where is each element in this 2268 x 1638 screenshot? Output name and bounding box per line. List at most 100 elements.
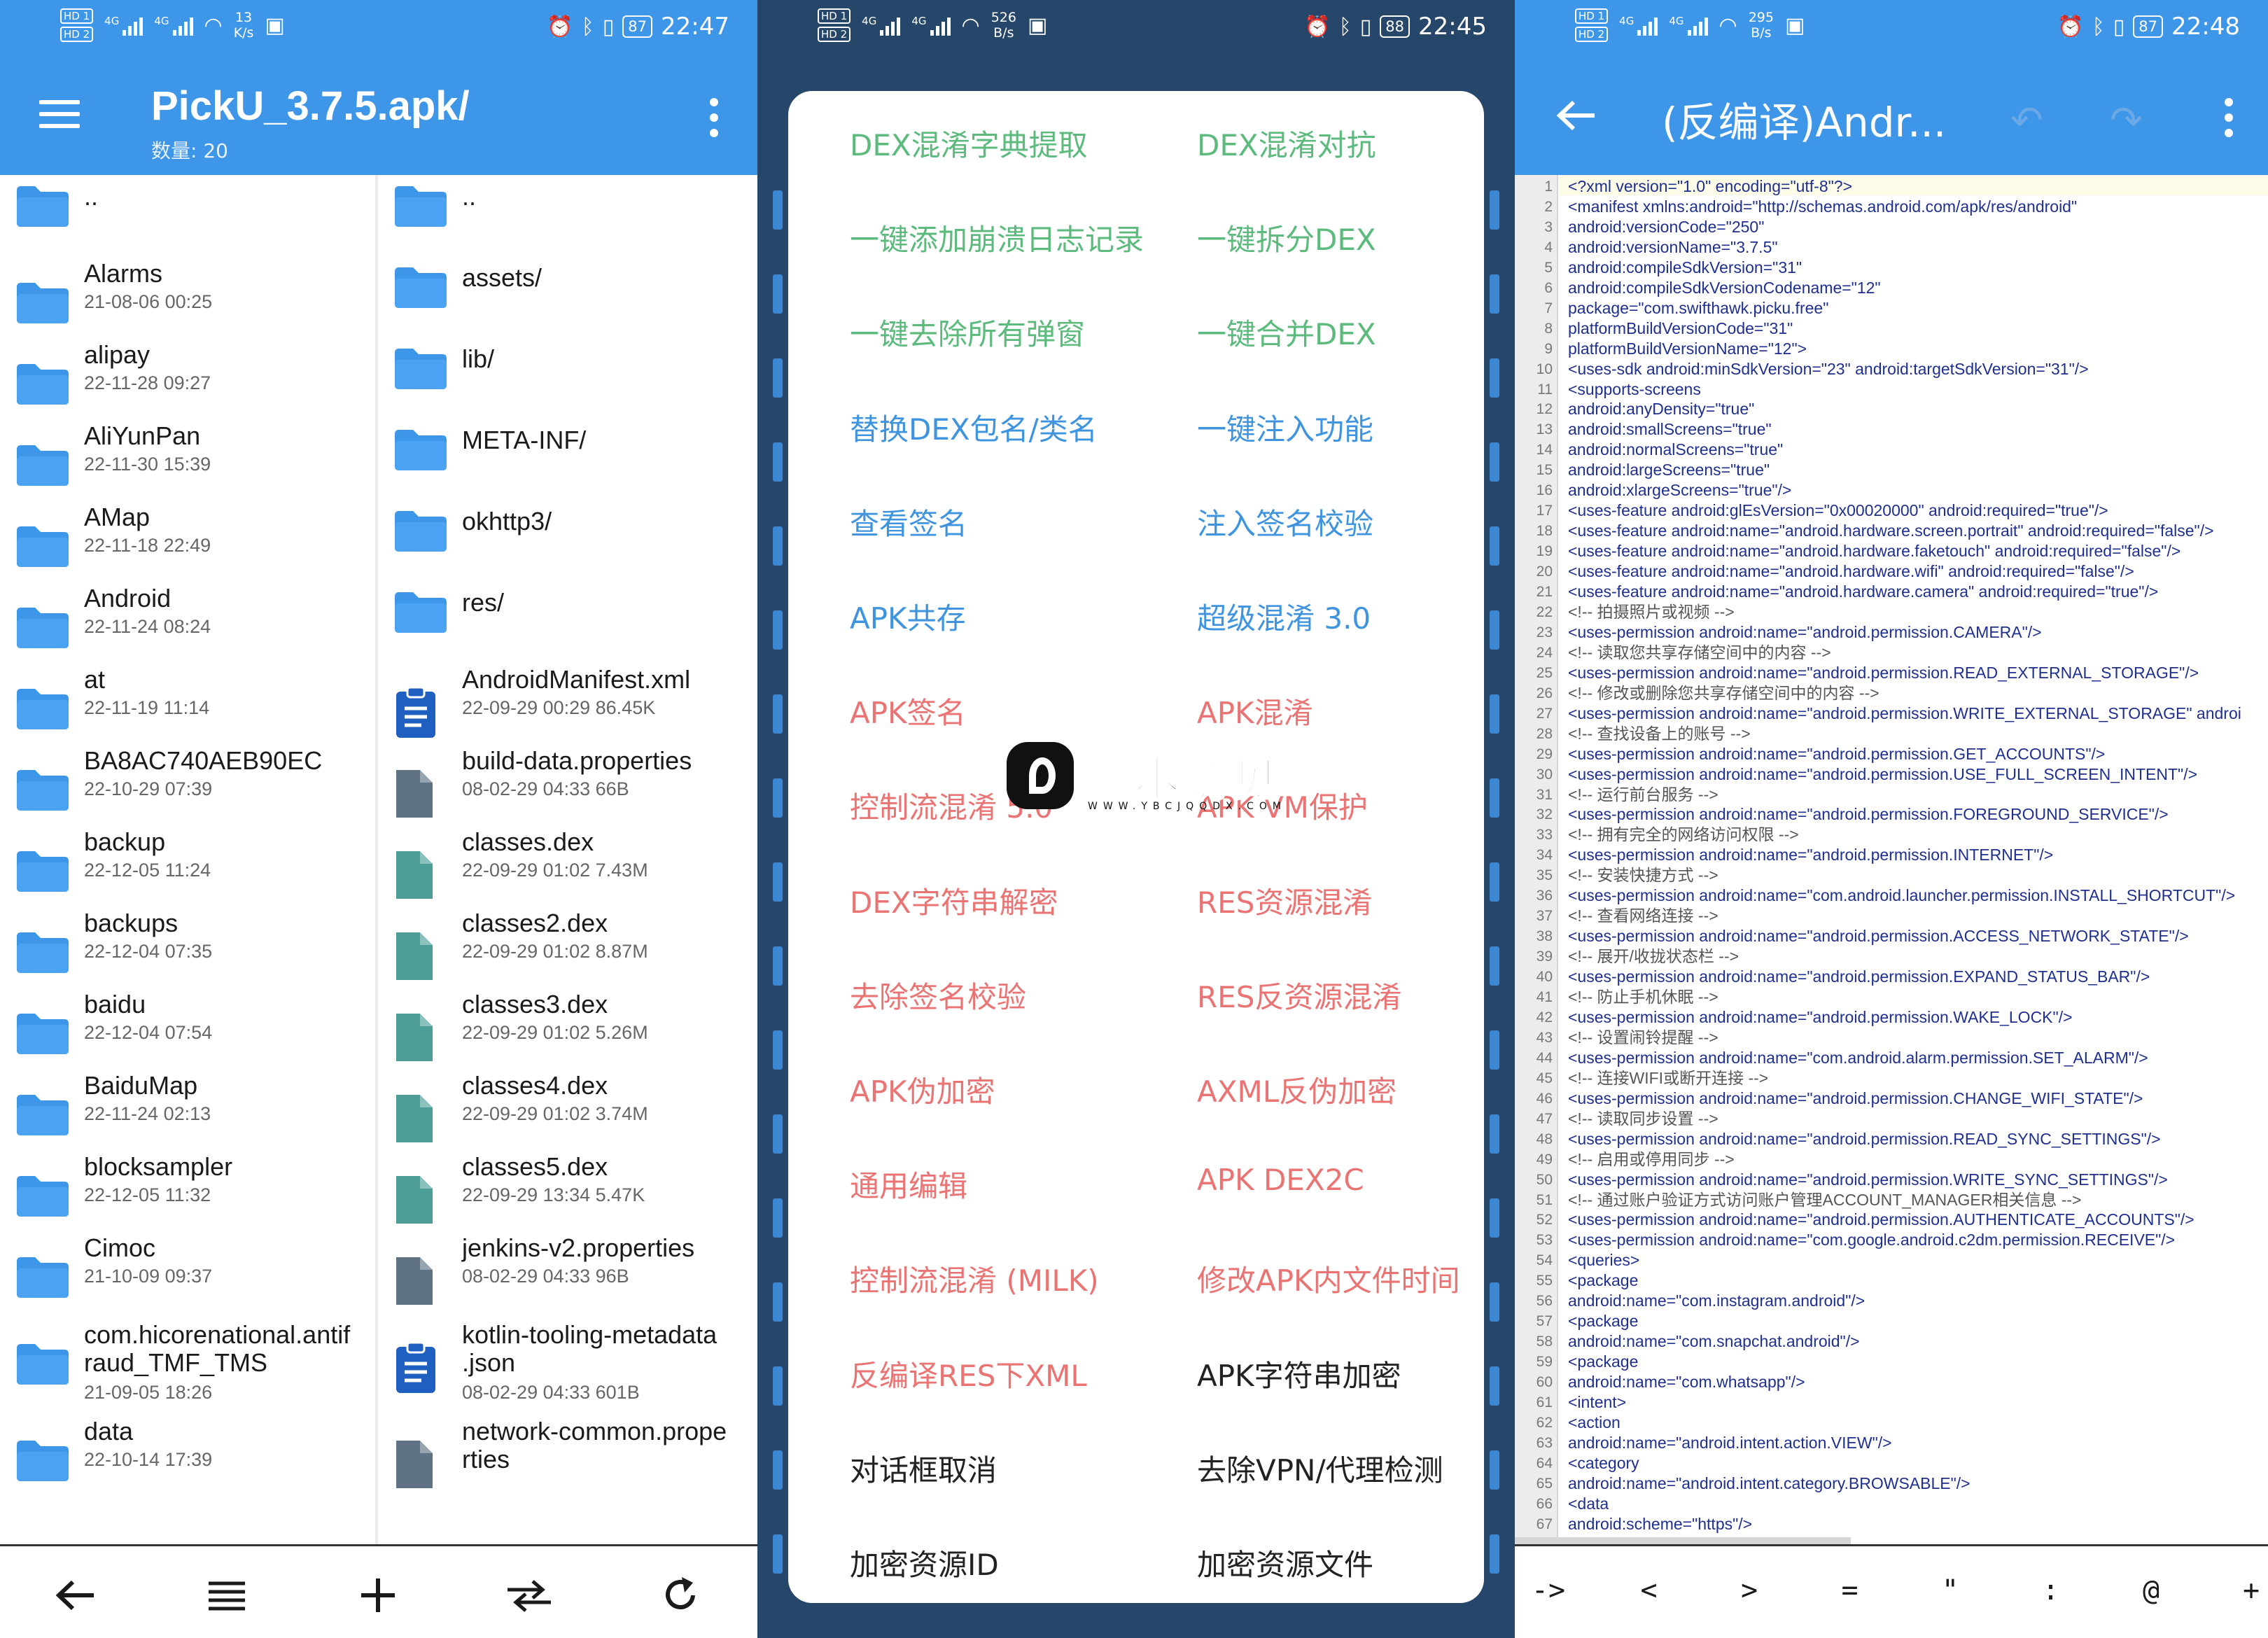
menu-item[interactable]: DEX字符串解密: [850, 879, 1058, 922]
list-item[interactable]: assets/: [378, 256, 757, 340]
horizontal-scrollbar[interactable]: [1515, 1537, 1851, 1544]
menu-item[interactable]: RES反资源混淆: [1197, 974, 1401, 1016]
list-item[interactable]: Android 22-11-24 08:24: [0, 581, 375, 665]
symbol-key[interactable]: =: [1822, 1574, 1878, 1606]
list-item[interactable]: backups 22-12-04 07:35: [0, 906, 375, 990]
list-item[interactable]: Cimoc 21-10-09 09:37: [0, 1231, 375, 1315]
back-arrow-icon[interactable]: [1555, 98, 1597, 133]
menu-item[interactable]: 一键添加崩溃日志记录: [850, 216, 1144, 259]
list-item[interactable]: BA8AC740AEB90EC 22-10-29 07:39: [0, 743, 375, 827]
list-item[interactable]: classes3.dex 22-09-29 01:02 5.26M: [378, 987, 757, 1071]
menu-icon[interactable]: [39, 100, 80, 128]
file-name: AMap: [84, 503, 150, 531]
redo-icon[interactable]: ↷: [2110, 98, 2143, 144]
file-list-left[interactable]: .. Alarms 21-08-06 00:25 alipay 22-11-28 09:…: [0, 175, 375, 1544]
list-item[interactable]: classes5.dex 22-09-29 13:34 5.47K: [378, 1149, 757, 1233]
menu-item[interactable]: 修改APK内文件时间: [1197, 1257, 1460, 1300]
list-item[interactable]: classes.dex 22-09-29 01:02 7.43M: [378, 825, 757, 909]
symbol-key[interactable]: >: [1721, 1574, 1777, 1606]
plus-icon[interactable]: [350, 1567, 406, 1623]
file-name: Cimoc: [84, 1233, 156, 1262]
undo-icon[interactable]: ↶: [2010, 98, 2043, 144]
list-item[interactable]: BaiduMap 22-11-24 02:13: [0, 1068, 375, 1152]
list-item[interactable]: ..: [0, 175, 375, 259]
list-item[interactable]: res/: [378, 581, 757, 665]
list-icon[interactable]: [199, 1567, 255, 1623]
list-item[interactable]: kotlin-tooling-metadata .json 08-02-29 04:…: [378, 1317, 757, 1403]
code-text: <uses-permission android:name="android.p…: [1568, 622, 2042, 641]
menu-item[interactable]: 反编译RES下XML: [850, 1352, 1087, 1395]
list-item[interactable]: classes2.dex 22-09-29 01:02 8.87M: [378, 906, 757, 990]
list-item[interactable]: Alarms 21-08-06 00:25: [0, 256, 375, 340]
folder-icon: [393, 508, 448, 553]
more-options-icon[interactable]: [2225, 98, 2233, 137]
list-item[interactable]: network-common.prope rties: [378, 1414, 757, 1498]
code-editor[interactable]: 1 <?xml version="1.0" encoding="utf-8"?> 2…: [1515, 175, 2268, 1544]
back-arrow-icon[interactable]: [48, 1567, 104, 1623]
menu-item[interactable]: 对话框取消: [850, 1447, 997, 1490]
list-item[interactable]: classes4.dex 22-09-29 01:02 3.74M: [378, 1068, 757, 1152]
symbol-key[interactable]: ->: [1520, 1574, 1576, 1606]
list-item[interactable]: at 22-11-19 11:14: [0, 662, 375, 746]
list-item[interactable]: build-data.properties 08-02-29 04:33 66B: [378, 743, 757, 827]
menu-item[interactable]: 一键去除所有弹窗: [850, 311, 1085, 354]
code-line: 63 android:name="android.intent.action.V…: [1515, 1433, 2268, 1453]
menu-item[interactable]: 加密资源ID: [850, 1541, 999, 1584]
file-meta: 22-09-29 01:02 8.87M: [462, 941, 648, 962]
menu-item[interactable]: 一键注入功能: [1197, 406, 1373, 449]
code-text: platformBuildVersionCode="31": [1568, 318, 1793, 337]
list-item[interactable]: baidu 22-12-04 07:54: [0, 987, 375, 1071]
menu-item[interactable]: APK字符串加密: [1197, 1352, 1401, 1395]
menu-item[interactable]: AXML反伪加密: [1197, 1068, 1396, 1111]
list-item[interactable]: okhttp3/: [378, 500, 757, 584]
menu-item[interactable]: APK混淆: [1197, 690, 1313, 732]
menu-item[interactable]: 超级混淆 3.0: [1197, 595, 1371, 638]
symbol-key[interactable]: <: [1621, 1574, 1677, 1606]
file-list-right[interactable]: .. assets/lib/META-INF/okhttp3/res/Androi…: [378, 175, 757, 1544]
menu-item[interactable]: 查看签名: [850, 500, 967, 543]
menu-item[interactable]: 通用编辑: [850, 1163, 967, 1205]
code-line: 57 <package: [1515, 1311, 2268, 1331]
list-item[interactable]: AMap 22-11-18 22:49: [0, 500, 375, 584]
menu-item[interactable]: 控制流混淆 5.0: [850, 784, 1053, 827]
menu-item[interactable]: 注入签名校验: [1197, 500, 1373, 543]
menu-item[interactable]: APK DEX2C: [1197, 1163, 1364, 1197]
menu-item[interactable]: 控制流混淆 (MILK): [850, 1257, 1099, 1300]
menu-item[interactable]: 一键拆分DEX: [1197, 216, 1376, 259]
list-item[interactable]: data 22-10-14 17:39: [0, 1414, 375, 1498]
more-options-icon[interactable]: [710, 98, 718, 137]
symbol-key[interactable]: :: [2023, 1574, 2079, 1606]
menu-item[interactable]: APK签名: [850, 690, 966, 732]
menu-item[interactable]: 去除签名校验: [850, 974, 1026, 1016]
symbol-key[interactable]: @: [2123, 1574, 2179, 1606]
menu-item[interactable]: 一键合并DEX: [1197, 311, 1376, 354]
background-item-edge: [773, 1030, 783, 1070]
menu-item[interactable]: RES资源混淆: [1197, 879, 1372, 922]
list-item[interactable]: jenkins-v2.properties 08-02-29 04:33 96B: [378, 1231, 757, 1315]
menu-item[interactable]: 去除VPN/代理检测: [1197, 1447, 1443, 1490]
list-item[interactable]: AndroidManifest.xml 22-09-29 00:29 86.45K: [378, 662, 757, 746]
code-line: 53 <uses-permission android:name="com.go…: [1515, 1230, 2268, 1250]
symbol-key[interactable]: ": [1922, 1574, 1978, 1606]
menu-item[interactable]: APK共存: [850, 595, 966, 638]
list-item[interactable]: backup 22-12-05 11:24: [0, 825, 375, 909]
list-item[interactable]: ..: [378, 175, 757, 259]
list-item[interactable]: AliYunPan 22-11-30 15:39: [0, 419, 375, 503]
list-item[interactable]: META-INF/: [378, 419, 757, 503]
code-line: 19 <uses-feature android:name="android.h…: [1515, 541, 2268, 561]
list-item[interactable]: alipay 22-11-28 09:27: [0, 337, 375, 421]
background-item-edge: [1490, 1198, 1499, 1238]
list-item[interactable]: blocksampler 22-12-05 11:32: [0, 1149, 375, 1233]
line-number: 49: [1536, 1151, 1553, 1168]
list-item[interactable]: lib/: [378, 337, 757, 421]
menu-item[interactable]: DEX混淆字典提取: [850, 122, 1088, 164]
menu-item[interactable]: APK VM保护: [1197, 784, 1368, 827]
list-item[interactable]: com.hicorenational.antif raud_TMF_TMS 21-0…: [0, 1317, 375, 1403]
menu-item[interactable]: 替换DEX包名/类名: [850, 406, 1098, 449]
swap-icon[interactable]: [501, 1567, 557, 1623]
menu-item[interactable]: 加密资源文件: [1197, 1541, 1373, 1584]
refresh-icon[interactable]: [652, 1567, 708, 1623]
symbol-key[interactable]: +: [2243, 1574, 2268, 1606]
menu-item[interactable]: DEX混淆对抗: [1197, 122, 1376, 164]
menu-item[interactable]: APK伪加密: [850, 1068, 995, 1111]
